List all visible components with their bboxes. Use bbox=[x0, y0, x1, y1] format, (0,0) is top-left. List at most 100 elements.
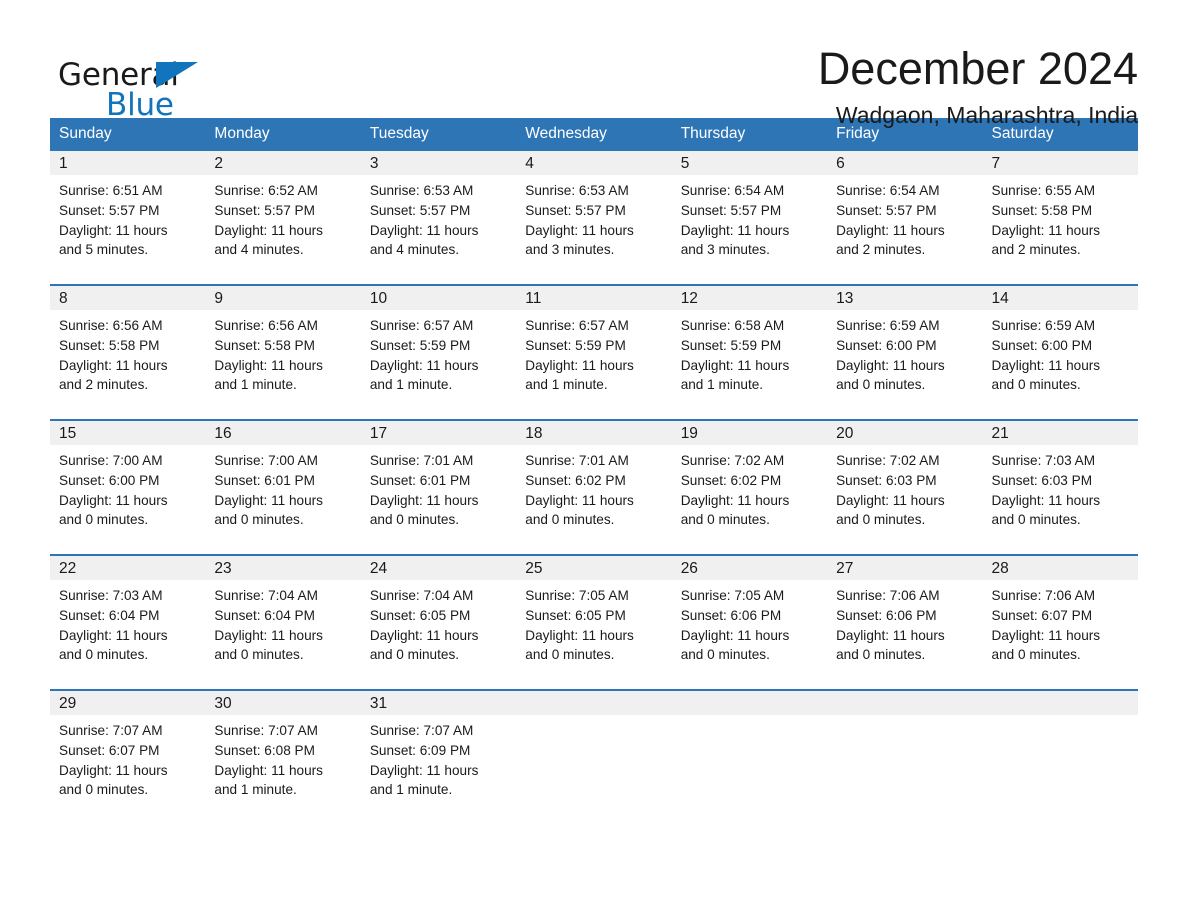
day-cell[interactable]: 5 Sunrise: 6:54 AM Sunset: 5:57 PM Dayli… bbox=[671, 151, 828, 284]
day-cell[interactable]: 18 Sunrise: 7:01 AM Sunset: 6:02 PM Dayl… bbox=[516, 421, 672, 554]
day-number: 30 bbox=[205, 691, 361, 715]
day-number bbox=[516, 691, 672, 715]
day-cell[interactable]: 7 Sunrise: 6:55 AM Sunset: 5:58 PM Dayli… bbox=[982, 151, 1138, 284]
daylight-text-line1: Daylight: 11 hours bbox=[369, 222, 479, 238]
day-number: 27 bbox=[827, 556, 983, 580]
day-cell[interactable]: 30 Sunrise: 7:07 AM Sunset: 6:08 PM Dayl… bbox=[205, 691, 361, 824]
day-number: 20 bbox=[827, 421, 983, 445]
day-cell[interactable]: 20 Sunrise: 7:02 AM Sunset: 6:03 PM Dayl… bbox=[827, 421, 983, 554]
day-cell[interactable]: 28 Sunrise: 7:06 AM Sunset: 6:07 PM Dayl… bbox=[982, 556, 1138, 689]
daylight-text-line2: and 4 minutes. bbox=[369, 242, 460, 258]
day-cell[interactable]: 29 Sunrise: 7:07 AM Sunset: 6:07 PM Dayl… bbox=[50, 691, 206, 824]
daylight-text-line2: and 0 minutes. bbox=[59, 647, 149, 663]
day-details: Sunrise: 7:05 AM Sunset: 6:05 PM Dayligh… bbox=[516, 580, 671, 665]
day-details: Sunrise: 6:53 AM Sunset: 5:57 PM Dayligh… bbox=[361, 175, 516, 260]
daylight-text-line2: and 0 minutes. bbox=[369, 647, 460, 663]
sunrise-text: Sunrise: 7:07 AM bbox=[59, 723, 163, 738]
sunset-text: Sunset: 6:02 PM bbox=[525, 472, 626, 488]
day-details: Sunrise: 7:03 AM Sunset: 6:03 PM Dayligh… bbox=[983, 445, 1138, 530]
day-number: 5 bbox=[671, 151, 828, 175]
sunrise-text: Sunrise: 7:01 AM bbox=[525, 453, 629, 468]
daylight-text-line2: and 1 minute. bbox=[214, 377, 297, 393]
sunrise-text: Sunrise: 7:01 AM bbox=[369, 453, 474, 468]
daylight-text-line1: Daylight: 11 hours bbox=[59, 492, 168, 508]
sunset-text: Sunset: 6:02 PM bbox=[680, 472, 782, 488]
week-row: 29 Sunrise: 7:07 AM Sunset: 6:07 PM Dayl… bbox=[50, 689, 1138, 824]
day-cell[interactable]: 31 Sunrise: 7:07 AM Sunset: 6:09 PM Dayl… bbox=[360, 691, 517, 824]
day-cell[interactable]: 12 Sunrise: 6:58 AM Sunset: 5:59 PM Dayl… bbox=[671, 286, 828, 419]
daylight-text-line1: Daylight: 11 hours bbox=[369, 357, 479, 373]
day-number: 21 bbox=[982, 421, 1138, 445]
daylight-text-line1: Daylight: 11 hours bbox=[214, 627, 323, 643]
daylight-text-line1: Daylight: 11 hours bbox=[836, 222, 945, 238]
day-cell[interactable]: 4 Sunrise: 6:53 AM Sunset: 5:57 PM Dayli… bbox=[516, 151, 672, 284]
day-cell[interactable]: 25 Sunrise: 7:05 AM Sunset: 6:05 PM Dayl… bbox=[516, 556, 672, 689]
daylight-text-line2: and 1 minute. bbox=[369, 377, 453, 393]
sunset-text: Sunset: 6:09 PM bbox=[369, 742, 471, 758]
day-cell[interactable]: 17 Sunrise: 7:01 AM Sunset: 6:01 PM Dayl… bbox=[360, 421, 517, 554]
day-cell[interactable]: 14 Sunrise: 6:59 AM Sunset: 6:00 PM Dayl… bbox=[982, 286, 1138, 419]
day-number: 25 bbox=[516, 556, 672, 580]
page-title: December 2024 bbox=[817, 43, 1138, 94]
day-cell[interactable]: 15 Sunrise: 7:00 AM Sunset: 6:00 PM Dayl… bbox=[50, 421, 206, 554]
sunset-text: Sunset: 6:00 PM bbox=[59, 472, 160, 488]
daylight-text-line2: and 0 minutes. bbox=[836, 512, 926, 528]
sunrise-text: Sunrise: 7:05 AM bbox=[525, 588, 629, 603]
daylight-text-line1: Daylight: 11 hours bbox=[836, 357, 945, 373]
day-number: 17 bbox=[360, 421, 517, 445]
day-cell[interactable]: 21 Sunrise: 7:03 AM Sunset: 6:03 PM Dayl… bbox=[982, 421, 1138, 554]
sunset-text: Sunset: 5:59 PM bbox=[525, 337, 626, 353]
day-cell[interactable]: 23 Sunrise: 7:04 AM Sunset: 6:04 PM Dayl… bbox=[205, 556, 361, 689]
day-cell[interactable]: 1 Sunrise: 6:51 AM Sunset: 5:57 PM Dayli… bbox=[50, 151, 206, 284]
day-cell-empty bbox=[671, 691, 828, 824]
sunset-text: Sunset: 6:01 PM bbox=[369, 472, 471, 488]
daylight-text-line1: Daylight: 11 hours bbox=[525, 222, 634, 238]
day-number: 15 bbox=[50, 421, 206, 445]
daylight-text-line1: Daylight: 11 hours bbox=[836, 492, 945, 508]
day-cell[interactable]: 9 Sunrise: 6:56 AM Sunset: 5:58 PM Dayli… bbox=[205, 286, 361, 419]
daylight-text-line1: Daylight: 11 hours bbox=[680, 222, 790, 238]
sunrise-text: Sunrise: 6:54 AM bbox=[836, 183, 940, 198]
general-blue-logo-icon[interactable]: General Blue bbox=[58, 44, 248, 121]
sunrise-text: Sunrise: 6:56 AM bbox=[59, 318, 163, 333]
day-cell[interactable]: 2 Sunrise: 6:52 AM Sunset: 5:57 PM Dayli… bbox=[205, 151, 361, 284]
day-details: Sunrise: 6:52 AM Sunset: 5:57 PM Dayligh… bbox=[205, 175, 360, 260]
day-number: 13 bbox=[827, 286, 983, 310]
week-row: 1 Sunrise: 6:51 AM Sunset: 5:57 PM Dayli… bbox=[50, 151, 1138, 285]
day-cell[interactable]: 19 Sunrise: 7:02 AM Sunset: 6:02 PM Dayl… bbox=[671, 421, 828, 554]
daylight-text-line1: Daylight: 11 hours bbox=[59, 357, 168, 373]
sunset-text: Sunset: 5:59 PM bbox=[369, 337, 471, 353]
day-cell[interactable]: 11 Sunrise: 6:57 AM Sunset: 5:59 PM Dayl… bbox=[516, 286, 672, 419]
week-row: 22 Sunrise: 7:03 AM Sunset: 6:04 PM Dayl… bbox=[50, 554, 1138, 690]
day-cell[interactable]: 22 Sunrise: 7:03 AM Sunset: 6:04 PM Dayl… bbox=[50, 556, 206, 689]
daylight-text-line1: Daylight: 11 hours bbox=[369, 762, 479, 778]
sunrise-text: Sunrise: 6:57 AM bbox=[525, 318, 629, 333]
day-cell[interactable]: 13 Sunrise: 6:59 AM Sunset: 6:00 PM Dayl… bbox=[827, 286, 983, 419]
day-cell[interactable]: 3 Sunrise: 6:53 AM Sunset: 5:57 PM Dayli… bbox=[360, 151, 517, 284]
day-cell[interactable]: 24 Sunrise: 7:04 AM Sunset: 6:05 PM Dayl… bbox=[360, 556, 517, 689]
day-number: 10 bbox=[360, 286, 517, 310]
sunrise-text: Sunrise: 7:02 AM bbox=[836, 453, 940, 468]
day-cell[interactable]: 8 Sunrise: 6:56 AM Sunset: 5:58 PM Dayli… bbox=[50, 286, 206, 419]
day-number: 3 bbox=[360, 151, 517, 175]
day-number: 8 bbox=[50, 286, 206, 310]
sunset-text: Sunset: 5:57 PM bbox=[59, 202, 160, 218]
daylight-text-line2: and 0 minutes. bbox=[525, 512, 615, 528]
daylight-text-line1: Daylight: 11 hours bbox=[525, 357, 634, 373]
daylight-text-line2: and 0 minutes. bbox=[991, 377, 1081, 393]
daylight-text-line2: and 4 minutes. bbox=[214, 242, 304, 258]
day-details: Sunrise: 6:56 AM Sunset: 5:58 PM Dayligh… bbox=[205, 310, 360, 395]
day-number bbox=[827, 691, 983, 715]
day-cell[interactable]: 26 Sunrise: 7:05 AM Sunset: 6:06 PM Dayl… bbox=[671, 556, 828, 689]
day-cell[interactable]: 27 Sunrise: 7:06 AM Sunset: 6:06 PM Dayl… bbox=[827, 556, 983, 689]
day-details: Sunrise: 7:07 AM Sunset: 6:09 PM Dayligh… bbox=[361, 715, 516, 800]
calendar-page: General Blue December 2024 Wadgaon, Maha… bbox=[0, 0, 1188, 918]
daylight-text-line2: and 2 minutes. bbox=[836, 242, 926, 258]
daylight-text-line2: and 1 minute. bbox=[214, 782, 297, 798]
day-details: Sunrise: 7:02 AM Sunset: 6:02 PM Dayligh… bbox=[672, 445, 827, 530]
day-cell[interactable]: 16 Sunrise: 7:00 AM Sunset: 6:01 PM Dayl… bbox=[205, 421, 361, 554]
day-cell[interactable]: 10 Sunrise: 6:57 AM Sunset: 5:59 PM Dayl… bbox=[360, 286, 517, 419]
sunrise-text: Sunrise: 7:04 AM bbox=[214, 588, 318, 603]
day-cell[interactable]: 6 Sunrise: 6:54 AM Sunset: 5:57 PM Dayli… bbox=[827, 151, 983, 284]
day-number: 19 bbox=[671, 421, 828, 445]
